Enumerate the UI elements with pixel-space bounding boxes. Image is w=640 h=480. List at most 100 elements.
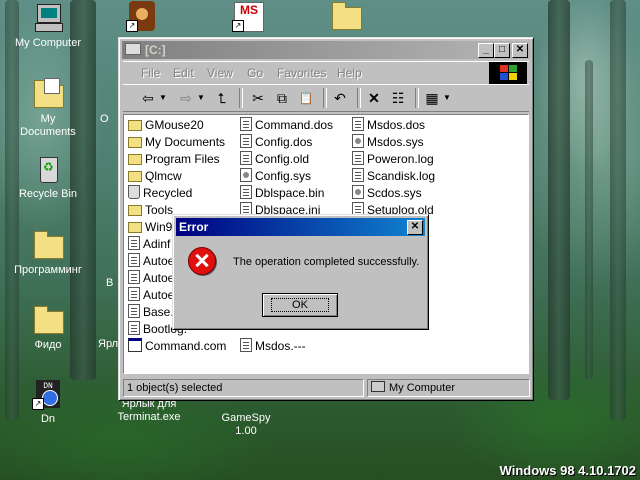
file-item[interactable]: Tools — [128, 202, 173, 219]
dialog-title: Error — [179, 220, 209, 234]
error-dialog: Error ✕ The operation completed successf… — [172, 214, 429, 330]
file-icon — [240, 134, 252, 148]
folder-icon — [32, 304, 64, 336]
desktop-icon-my-computer[interactable]: My Computer — [10, 2, 86, 50]
file-icon — [240, 117, 252, 131]
toolbar-separator — [415, 88, 419, 108]
file-item[interactable]: Recycled — [128, 185, 192, 202]
ok-button[interactable]: OK — [262, 293, 338, 317]
dialog-titlebar[interactable]: Error ✕ — [176, 218, 425, 236]
file-name: Adinf — [143, 237, 171, 251]
menu-favorites[interactable]: Favorites — [277, 66, 326, 80]
file-item[interactable]: Config.old — [240, 151, 309, 168]
file-item[interactable]: Dblspace.bin — [240, 185, 324, 202]
desktop-icon-partial-o[interactable]: O — [98, 113, 118, 126]
file-icon — [128, 304, 140, 318]
desktop-icon-my-documents[interactable]: My Documents — [10, 78, 86, 139]
desktop-icon-terminat[interactable]: Ярлык для Terminat.exe — [110, 398, 188, 424]
documents-folder-icon — [32, 78, 64, 110]
desktop-icon-game[interactable]: ↗ — [104, 0, 180, 35]
file-icon — [128, 236, 140, 250]
window-title: [C:] — [145, 43, 166, 57]
file-item[interactable]: Program Files — [128, 151, 220, 168]
views-dropdown-icon[interactable]: ▼ — [443, 88, 451, 108]
file-icon — [128, 270, 140, 284]
desktop-icon-programming[interactable]: Программинг — [10, 229, 86, 277]
icon-label: Программинг — [14, 264, 82, 276]
file-item[interactable]: Scdos.sys — [352, 185, 422, 202]
file-item[interactable]: Scandisk.log — [352, 168, 435, 185]
status-bar: 1 object(s) selected My Computer — [123, 378, 530, 397]
file-item[interactable]: Base. — [128, 304, 174, 321]
menu-file[interactable]: File — [141, 66, 160, 80]
file-item[interactable]: GMouse20 — [128, 117, 204, 134]
desktop-icon-partial-yarl[interactable]: Ярл — [96, 338, 118, 351]
desktop-icon-fido[interactable]: Фидо — [10, 304, 86, 352]
file-icon — [128, 338, 142, 352]
minimize-button[interactable]: _ — [478, 43, 494, 58]
tree-trunk — [610, 0, 626, 420]
file-icon — [240, 151, 252, 165]
file-name: Dblspace.bin — [255, 186, 325, 200]
maximize-button[interactable]: □ — [494, 43, 510, 58]
file-name: Autoe — [143, 254, 175, 268]
menu-view[interactable]: View — [207, 66, 233, 80]
file-item[interactable]: Autoe — [128, 253, 174, 270]
properties-button[interactable]: ☷ — [387, 88, 409, 108]
cut-button[interactable]: ✂ — [247, 88, 269, 108]
up-folder-button[interactable]: ⮤ — [211, 88, 233, 108]
file-name: Config.old — [255, 152, 310, 166]
toolbar-separator — [323, 88, 327, 108]
back-button[interactable]: ⇦ — [137, 88, 159, 108]
menu-edit[interactable]: Edit — [173, 66, 194, 80]
undo-button[interactable]: ↶ — [329, 88, 351, 108]
explorer-titlebar[interactable]: [C:] _ □ ✕ — [122, 41, 530, 59]
file-item[interactable]: My Documents — [128, 134, 225, 151]
folder-icon — [128, 137, 142, 148]
back-dropdown-icon[interactable]: ▼ — [159, 88, 167, 108]
menu-help[interactable]: Help — [337, 66, 362, 80]
file-name: Scandisk.log — [367, 169, 436, 183]
forward-button[interactable]: ⇨ — [175, 88, 197, 108]
file-name: Scdos.sys — [367, 186, 422, 200]
file-name: Autoe — [143, 271, 175, 285]
desktop-icon-folder-top[interactable] — [308, 0, 384, 35]
desktop-icon-gamespy[interactable]: GameSpy 1.00 — [208, 412, 284, 438]
icon-label: O — [100, 113, 109, 125]
file-item[interactable]: Autoe — [128, 287, 174, 304]
folder-icon — [330, 0, 362, 32]
file-item[interactable]: Msdos.--- — [240, 338, 306, 355]
file-item[interactable]: Config.sys — [240, 168, 311, 185]
file-item[interactable]: Adinf — [128, 236, 170, 253]
dialog-close-button[interactable]: ✕ — [407, 220, 423, 235]
paste-button[interactable]: 📋 — [295, 88, 317, 108]
file-item[interactable]: Command.dos — [240, 117, 333, 134]
forward-dropdown-icon[interactable]: ▼ — [197, 88, 205, 108]
ms-shortcut-icon: MS ↗ — [232, 0, 264, 32]
file-name: Msdos.dos — [367, 118, 426, 132]
desktop-icon-recycle-bin[interactable]: Recycle Bin — [10, 153, 86, 201]
file-item[interactable]: Config.dos — [240, 134, 312, 151]
file-item[interactable]: Autoe — [128, 270, 174, 287]
desktop-icon-partial-b[interactable]: B — [104, 277, 118, 290]
menu-go[interactable]: Go — [247, 66, 263, 80]
file-item[interactable]: Qlmcw — [128, 168, 182, 185]
file-icon — [128, 287, 140, 301]
icon-label: Dn — [40, 413, 56, 425]
delete-button[interactable]: ✕ — [363, 88, 385, 108]
tree-trunk — [5, 0, 19, 420]
close-button[interactable]: ✕ — [512, 43, 528, 58]
views-button[interactable]: ▦ — [421, 88, 443, 108]
copy-button[interactable]: ⧉ — [271, 88, 293, 108]
file-icon — [128, 185, 140, 199]
desktop-icon-dn[interactable]: DN ↗ Dn — [10, 378, 86, 426]
error-icon — [188, 247, 216, 275]
desktop-icon-ms[interactable]: MS ↗ — [210, 0, 286, 35]
file-item[interactable]: Msdos.dos — [352, 117, 425, 134]
file-item[interactable]: Poweron.log — [352, 151, 434, 168]
file-item[interactable]: Command.com — [128, 338, 226, 355]
file-icon — [240, 185, 252, 199]
file-item[interactable]: Msdos.sys — [352, 134, 424, 151]
file-name: Autoe — [143, 288, 175, 302]
file-icon — [128, 253, 140, 267]
